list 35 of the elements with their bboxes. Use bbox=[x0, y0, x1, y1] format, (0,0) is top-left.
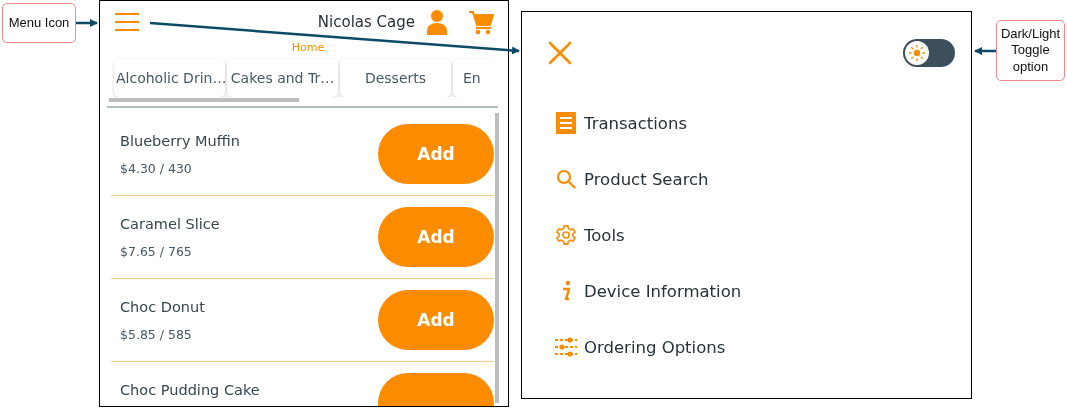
menu-item[interactable]: Ordering Options bbox=[584, 337, 726, 357]
menu-item[interactable]: Product Search bbox=[584, 169, 709, 189]
arrow bbox=[76, 19, 98, 27]
sun-icon bbox=[909, 45, 925, 61]
category-tab[interactable]: Alcoholic Drin… bbox=[114, 59, 225, 97]
product-name: Choc Donut bbox=[120, 298, 206, 315]
category-tab[interactable]: Desserts bbox=[340, 59, 451, 97]
product-price: $5.85 / 585 bbox=[120, 326, 193, 342]
scrollbar[interactable] bbox=[495, 113, 499, 403]
menu-item[interactable]: Device Information bbox=[584, 281, 742, 301]
sliders-icon bbox=[555, 337, 577, 357]
menu-icon[interactable] bbox=[115, 12, 139, 32]
product-name: Blueberry Muffin bbox=[120, 132, 241, 149]
product-price: $7.65 / 765 bbox=[120, 243, 193, 259]
receipt-icon bbox=[556, 112, 576, 134]
callout-label: Menu Icon bbox=[2, 3, 76, 43]
user-icon[interactable] bbox=[427, 9, 447, 35]
info-icon bbox=[560, 280, 572, 302]
search-icon bbox=[556, 169, 576, 189]
close-icon[interactable] bbox=[548, 41, 572, 65]
scrollbar[interactable] bbox=[109, 98, 299, 102]
category-tab[interactable]: En bbox=[453, 59, 494, 97]
product-name: Choc Pudding Cake bbox=[120, 381, 261, 398]
product-name: Caramel Slice bbox=[120, 215, 221, 232]
callout-label: Dark/Light Toggle option bbox=[996, 20, 1065, 81]
cart-icon[interactable] bbox=[469, 9, 494, 35]
arrow bbox=[974, 47, 996, 55]
product-price: $4.30 / 430 bbox=[120, 160, 193, 176]
page-title: Home bbox=[291, 41, 325, 54]
gear-icon bbox=[555, 224, 577, 246]
user-name: Nicolas Cage bbox=[317, 13, 415, 31]
category-tab[interactable]: Cakes and Tr… bbox=[227, 59, 338, 97]
theme-toggle[interactable] bbox=[903, 39, 955, 67]
menu-item[interactable]: Tools bbox=[584, 225, 625, 245]
menu-item[interactable]: Transactions bbox=[584, 113, 687, 133]
